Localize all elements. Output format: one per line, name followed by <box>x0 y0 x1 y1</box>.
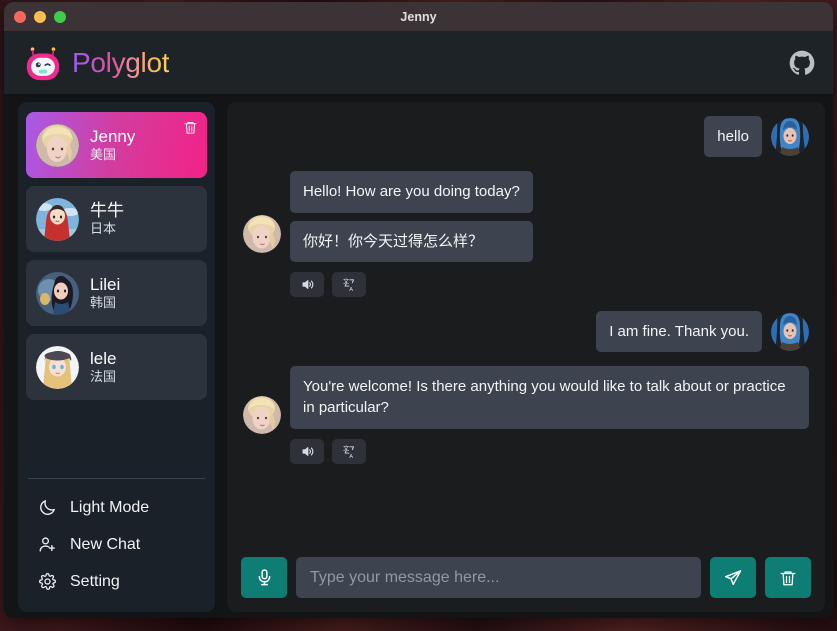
sidebar-item-label: New Chat <box>70 535 141 553</box>
send-button[interactable] <box>710 557 756 598</box>
sidebar-item-label: Light Mode <box>70 498 150 516</box>
robot-mascot-icon <box>24 44 62 82</box>
message-bubble: You're welcome! Is there anything you wo… <box>290 366 809 429</box>
message-actions: 文 A <box>290 438 809 464</box>
translate-icon[interactable]: 文 A <box>332 271 366 297</box>
contact-text: lele 法国 <box>90 349 116 384</box>
avatar-lilei <box>36 271 79 315</box>
avatar-niuniu <box>36 197 79 241</box>
contact-name: Jenny <box>90 127 136 147</box>
sidebar-item-lilei[interactable]: Lilei 韩国 <box>26 260 207 326</box>
contact-name: Lilei <box>90 275 121 295</box>
message-bubbles: I am fine. Thank you. <box>596 310 762 353</box>
message-bubbles: hello <box>704 116 762 158</box>
avatar-jenny <box>243 215 281 254</box>
close-button[interactable] <box>14 10 26 23</box>
contact-language: 韩国 <box>90 294 117 310</box>
contact-text: 牛牛 日本 <box>90 201 124 236</box>
chat-panel: hello Hello! How are you doing today? 你好… <box>227 102 825 612</box>
avatar-user <box>771 117 809 156</box>
contact-name: 牛牛 <box>90 201 124 221</box>
microphone-button[interactable] <box>241 557 287 598</box>
github-icon[interactable] <box>789 50 815 76</box>
app-body: Jenny 美国 牛牛 日本 Lilei 韩国 lele 法国 Light Mo… <box>4 94 833 618</box>
svg-text:A: A <box>349 287 353 292</box>
speaker-icon[interactable] <box>290 438 324 464</box>
message-bubble: I am fine. Thank you. <box>596 310 762 353</box>
window-titlebar: Jenny <box>4 2 833 31</box>
message-bubbles: You're welcome! Is there anything you wo… <box>290 366 809 464</box>
message-actions: 文 A <box>290 271 533 297</box>
brand-name: Polyglot <box>72 46 170 78</box>
message-bubble-translation: 你好！你今天过得怎么样？ <box>290 220 533 262</box>
message-row: hello <box>243 116 809 158</box>
message-input[interactable] <box>296 557 701 598</box>
message-list: hello Hello! How are you doing today? 你好… <box>227 102 825 547</box>
clear-chat-button[interactable] <box>765 557 811 598</box>
sidebar-item-niuniu[interactable]: 牛牛 日本 <box>26 186 207 252</box>
contact-language: 日本 <box>90 220 117 236</box>
app-header: Polyglot <box>4 31 833 94</box>
app-window: Jenny Polyglot Jenny 美国 牛牛 日本 Lilei 韩国 l… <box>4 2 833 618</box>
speaker-icon[interactable] <box>290 271 324 297</box>
contact-name: lele <box>90 349 117 369</box>
contact-language: 法国 <box>90 368 117 384</box>
brand: Polyglot <box>24 44 170 82</box>
moon-icon <box>38 498 57 517</box>
user-plus-icon <box>38 535 57 554</box>
maximize-button[interactable] <box>54 10 66 23</box>
composer <box>227 547 825 612</box>
avatar-user <box>771 312 809 351</box>
svg-text:A: A <box>349 454 353 459</box>
message-row: Hello! How are you doing today? 你好！你今天过得… <box>243 171 809 297</box>
contact-text: Jenny 美国 <box>90 127 135 162</box>
sidebar-item-jenny[interactable]: Jenny 美国 <box>26 112 207 178</box>
avatar-lele <box>36 345 79 389</box>
sidebar-item-new-chat[interactable]: New Chat <box>18 526 215 563</box>
window-title: Jenny <box>400 9 437 24</box>
contact-list: Jenny 美国 牛牛 日本 Lilei 韩国 lele 法国 <box>18 102 215 468</box>
sidebar-item-light-mode[interactable]: Light Mode <box>18 489 215 526</box>
contact-text: Lilei 韩国 <box>90 275 120 310</box>
message-row: You're welcome! Is there anything you wo… <box>243 366 809 464</box>
gear-icon <box>38 572 57 591</box>
sidebar-menu: Light Mode New Chat Setting <box>18 479 215 612</box>
message-bubble: Hello! How are you doing today? <box>290 171 533 213</box>
message-bubble: hello <box>704 116 762 158</box>
sidebar-item-label: Setting <box>70 572 120 590</box>
avatar-jenny <box>243 395 281 434</box>
sidebar-item-setting[interactable]: Setting <box>18 563 215 600</box>
minimize-button[interactable] <box>34 10 46 23</box>
sidebar-item-lele[interactable]: lele 法国 <box>26 334 207 400</box>
message-bubbles: Hello! How are you doing today? 你好！你今天过得… <box>290 171 533 297</box>
contact-language: 美国 <box>90 146 117 162</box>
sidebar: Jenny 美国 牛牛 日本 Lilei 韩国 lele 法国 Light Mo… <box>18 102 215 612</box>
trash-icon[interactable] <box>183 120 198 135</box>
translate-icon[interactable]: 文 A <box>332 438 366 464</box>
message-row: I am fine. Thank you. <box>243 310 809 353</box>
window-controls <box>4 10 66 23</box>
avatar-jenny <box>36 123 79 167</box>
